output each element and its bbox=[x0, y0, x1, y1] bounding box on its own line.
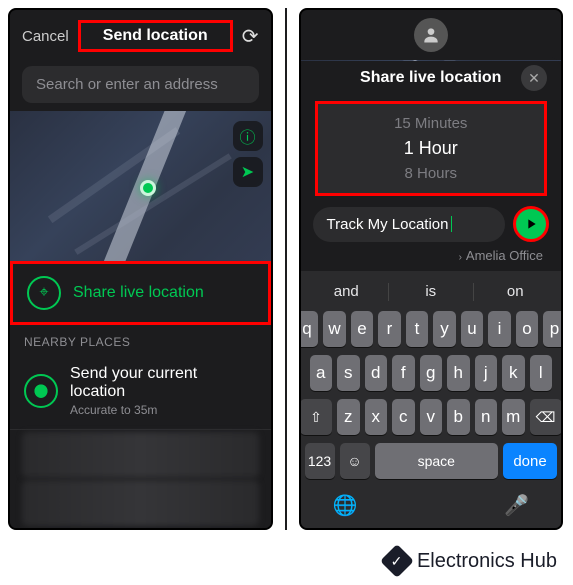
key-u[interactable]: u bbox=[461, 311, 484, 347]
nearby-place-blurred[interactable] bbox=[22, 432, 259, 478]
target-icon: ◎ bbox=[24, 374, 58, 408]
location-pin-icon bbox=[140, 180, 156, 196]
watermark-text: Electronics Hub bbox=[417, 550, 557, 573]
avatar[interactable] bbox=[414, 18, 448, 52]
caption-input[interactable]: Track My Location bbox=[313, 207, 506, 242]
key-w[interactable]: w bbox=[323, 311, 346, 347]
phone-left-send-location: Cancel Send location ⟳ Search or enter a… bbox=[8, 8, 273, 530]
key-x[interactable]: x bbox=[365, 399, 388, 435]
key-e[interactable]: e bbox=[351, 311, 374, 347]
suggestion[interactable]: is bbox=[389, 283, 473, 301]
broadcast-icon: ⌖ bbox=[27, 276, 61, 310]
search-input[interactable]: Search or enter an address bbox=[22, 66, 259, 103]
recipient-label[interactable]: ›Amelia Office bbox=[301, 246, 562, 271]
key-numbers[interactable]: 123 bbox=[305, 443, 335, 479]
shield-icon: ✓ bbox=[380, 544, 414, 578]
send-current-location-button[interactable]: ◎ Send your current location Accurate to… bbox=[10, 353, 271, 430]
map-area[interactable]: ⓘ ➤ bbox=[10, 111, 271, 261]
key-d[interactable]: d bbox=[365, 355, 388, 391]
key-i[interactable]: i bbox=[488, 311, 511, 347]
key-c[interactable]: c bbox=[392, 399, 415, 435]
key-m[interactable]: m bbox=[502, 399, 525, 435]
globe-icon[interactable]: 🌐 bbox=[333, 493, 358, 518]
bottom-panel: ⌖ Share live location NEARBY PLACES ◎ Se… bbox=[10, 261, 271, 528]
topbar: Cancel Send location ⟳ bbox=[10, 10, 271, 62]
duration-picker[interactable]: 15 Minutes 1 Hour 8 Hours bbox=[315, 101, 548, 196]
suggestion[interactable]: on bbox=[474, 283, 558, 301]
share-live-location-button[interactable]: ⌖ Share live location bbox=[10, 261, 271, 325]
key-z[interactable]: z bbox=[337, 399, 360, 435]
suggestion[interactable]: and bbox=[305, 283, 389, 301]
current-location-accuracy: Accurate to 35m bbox=[70, 403, 257, 417]
chat-header bbox=[301, 10, 562, 60]
key-b[interactable]: b bbox=[447, 399, 470, 435]
key-n[interactable]: n bbox=[475, 399, 498, 435]
key-g[interactable]: g bbox=[420, 355, 443, 391]
duration-option-1h[interactable]: 1 Hour bbox=[318, 135, 545, 162]
nearby-place-blurred[interactable] bbox=[22, 480, 259, 526]
caption-text: Track My Location bbox=[327, 216, 449, 233]
phone-right-share-live: ⓘ ➤ Share live location ✕ 15 Minutes 1 H… bbox=[299, 8, 564, 530]
send-button[interactable] bbox=[513, 206, 549, 242]
key-done[interactable]: done bbox=[503, 443, 557, 479]
mic-icon[interactable]: 🎤 bbox=[504, 493, 529, 518]
refresh-icon[interactable]: ⟳ bbox=[242, 24, 259, 49]
key-h[interactable]: h bbox=[447, 355, 470, 391]
key-t[interactable]: t bbox=[406, 311, 429, 347]
suggestion-bar: and is on bbox=[305, 277, 558, 311]
key-f[interactable]: f bbox=[392, 355, 415, 391]
key-q[interactable]: q bbox=[299, 311, 319, 347]
duration-option-15m[interactable]: 15 Minutes bbox=[318, 112, 545, 135]
duration-option-8h[interactable]: 8 Hours bbox=[318, 162, 545, 185]
key-y[interactable]: y bbox=[433, 311, 456, 347]
screen-title: Send location bbox=[78, 20, 233, 52]
key-k[interactable]: k bbox=[502, 355, 525, 391]
key-o[interactable]: o bbox=[516, 311, 539, 347]
key-emoji[interactable]: ☺ bbox=[340, 443, 370, 479]
key-p[interactable]: p bbox=[543, 311, 563, 347]
sheet-title: Share live location bbox=[360, 69, 501, 87]
key-v[interactable]: v bbox=[420, 399, 443, 435]
keyboard: and is on q w e r t y u i o p a s d f bbox=[301, 271, 562, 528]
key-backspace[interactable]: ⌫ bbox=[530, 399, 562, 435]
close-icon[interactable]: ✕ bbox=[521, 65, 547, 91]
key-space[interactable]: space bbox=[375, 443, 499, 479]
nearby-places-header: NEARBY PLACES bbox=[10, 325, 271, 353]
key-j[interactable]: j bbox=[475, 355, 498, 391]
key-r[interactable]: r bbox=[378, 311, 401, 347]
recenter-icon[interactable]: ➤ bbox=[233, 157, 263, 187]
key-l[interactable]: l bbox=[530, 355, 553, 391]
current-location-label: Send your current location bbox=[70, 365, 257, 401]
info-icon[interactable]: ⓘ bbox=[233, 121, 263, 151]
share-live-label: Share live location bbox=[73, 284, 204, 302]
key-a[interactable]: a bbox=[310, 355, 333, 391]
cancel-button[interactable]: Cancel bbox=[22, 28, 69, 45]
key-shift[interactable]: ⇧ bbox=[300, 399, 332, 435]
watermark: ✓ Electronics Hub bbox=[385, 549, 557, 573]
share-live-sheet: Share live location ✕ 15 Minutes 1 Hour … bbox=[301, 57, 562, 271]
map-preview[interactable]: ⓘ ➤ bbox=[301, 60, 562, 61]
key-s[interactable]: s bbox=[337, 355, 360, 391]
